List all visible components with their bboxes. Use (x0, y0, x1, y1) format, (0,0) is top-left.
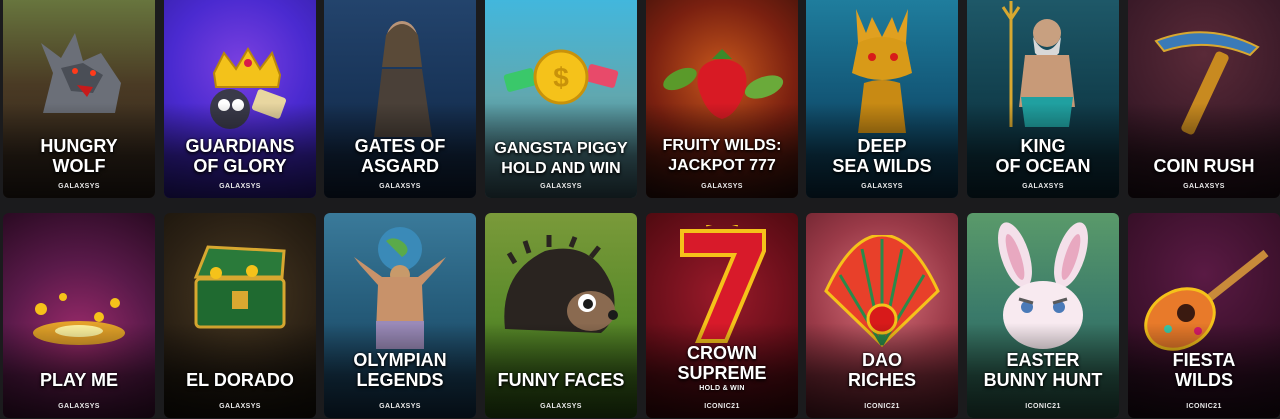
game-title: FUNNY FACES (497, 370, 625, 390)
game-provider: GALAXSYS (540, 403, 582, 410)
game-tile-el-dorado[interactable]: EL DORADO GALAXSYS (164, 213, 316, 418)
game-title: EASTER BUNNY HUNT (983, 350, 1103, 390)
game-provider: GALAXSYS (1022, 183, 1064, 190)
game-provider: GALAXSYS (701, 183, 743, 190)
game-tile-king-of-ocean[interactable]: KING OF OCEAN GALAXSYS (967, 0, 1119, 198)
game-provider: GALAXSYS (379, 183, 421, 190)
game-title: KING OF OCEAN (995, 136, 1091, 176)
game-subtitle: HOLD & WIN (699, 385, 745, 392)
game-title: OLYMPIAN LEGENDS (353, 350, 447, 390)
game-title: FRUITY WILDS: JACKPOT 777 (662, 137, 782, 174)
game-title: DEEP SEA WILDS (832, 136, 932, 176)
game-title: PLAY ME (39, 370, 119, 390)
game-provider: ICONIC21 (704, 403, 740, 410)
game-tile-coin-rush[interactable]: COIN RUSH GALAXSYS (1128, 0, 1280, 198)
game-title: HUNGRY WOLF (40, 136, 118, 176)
game-title: GUARDIANS OF GLORY (185, 136, 295, 176)
game-tile-guardians-of-glory[interactable]: GUARDIANS OF GLORY GALAXSYS (164, 0, 316, 198)
game-provider: GALAXSYS (1183, 183, 1225, 190)
game-tile-play-me[interactable]: PLAY ME GALAXSYS (3, 213, 155, 418)
game-grid: HUNGRY WOLF GALAXSYS GUARDIANS OF GLORY … (0, 0, 1280, 419)
game-title: DAO RICHES (847, 350, 916, 390)
game-title: EL DORADO (186, 370, 294, 390)
game-tile-fiesta-wilds[interactable]: FIESTA WILDS ICONIC21 (1128, 213, 1280, 418)
game-title: COIN RUSH (1153, 156, 1255, 176)
game-tile-gates-of-asgard[interactable]: GATES OF ASGARD GALAXSYS (324, 0, 476, 198)
game-tile-gangsta-piggy[interactable]: $ GANGSTA PIGGY HOLD AND WIN GALAXSYS (485, 0, 637, 198)
game-provider: GALAXSYS (540, 183, 582, 190)
game-tile-crown-supreme[interactable]: CROWN SUPREME HOLD & WIN ICONIC21 (646, 213, 798, 418)
game-title: CROWN SUPREME (677, 343, 767, 383)
game-provider: ICONIC21 (1186, 403, 1222, 410)
game-title: FIESTA WILDS (1172, 350, 1236, 390)
game-provider: ICONIC21 (1025, 403, 1061, 410)
game-tile-deep-sea-wilds[interactable]: DEEP SEA WILDS GALAXSYS (806, 0, 958, 198)
game-title: GATES OF ASGARD (354, 136, 446, 176)
game-provider: GALAXSYS (861, 183, 903, 190)
game-title: GANGSTA PIGGY HOLD AND WIN (494, 140, 628, 177)
game-tile-funny-faces[interactable]: FUNNY FACES GALAXSYS (485, 213, 637, 418)
game-tile-dao-riches[interactable]: DAO RICHES ICONIC21 (806, 213, 958, 418)
game-provider: ICONIC21 (864, 403, 900, 410)
game-tile-olympian-legends[interactable]: OLYMPIAN LEGENDS GALAXSYS (324, 213, 476, 418)
game-provider: GALAXSYS (58, 403, 100, 410)
game-provider: GALAXSYS (379, 403, 421, 410)
game-provider: GALAXSYS (219, 183, 261, 190)
game-tile-fruity-wilds[interactable]: FRUITY WILDS: JACKPOT 777 GALAXSYS (646, 0, 798, 198)
game-provider: GALAXSYS (58, 183, 100, 190)
svg-text:$: $ (553, 62, 569, 93)
game-tile-easter-bunny-hunt[interactable]: EASTER BUNNY HUNT ICONIC21 (967, 213, 1119, 418)
game-provider: GALAXSYS (219, 403, 261, 410)
game-tile-hungry-wolf[interactable]: HUNGRY WOLF GALAXSYS (3, 0, 155, 198)
